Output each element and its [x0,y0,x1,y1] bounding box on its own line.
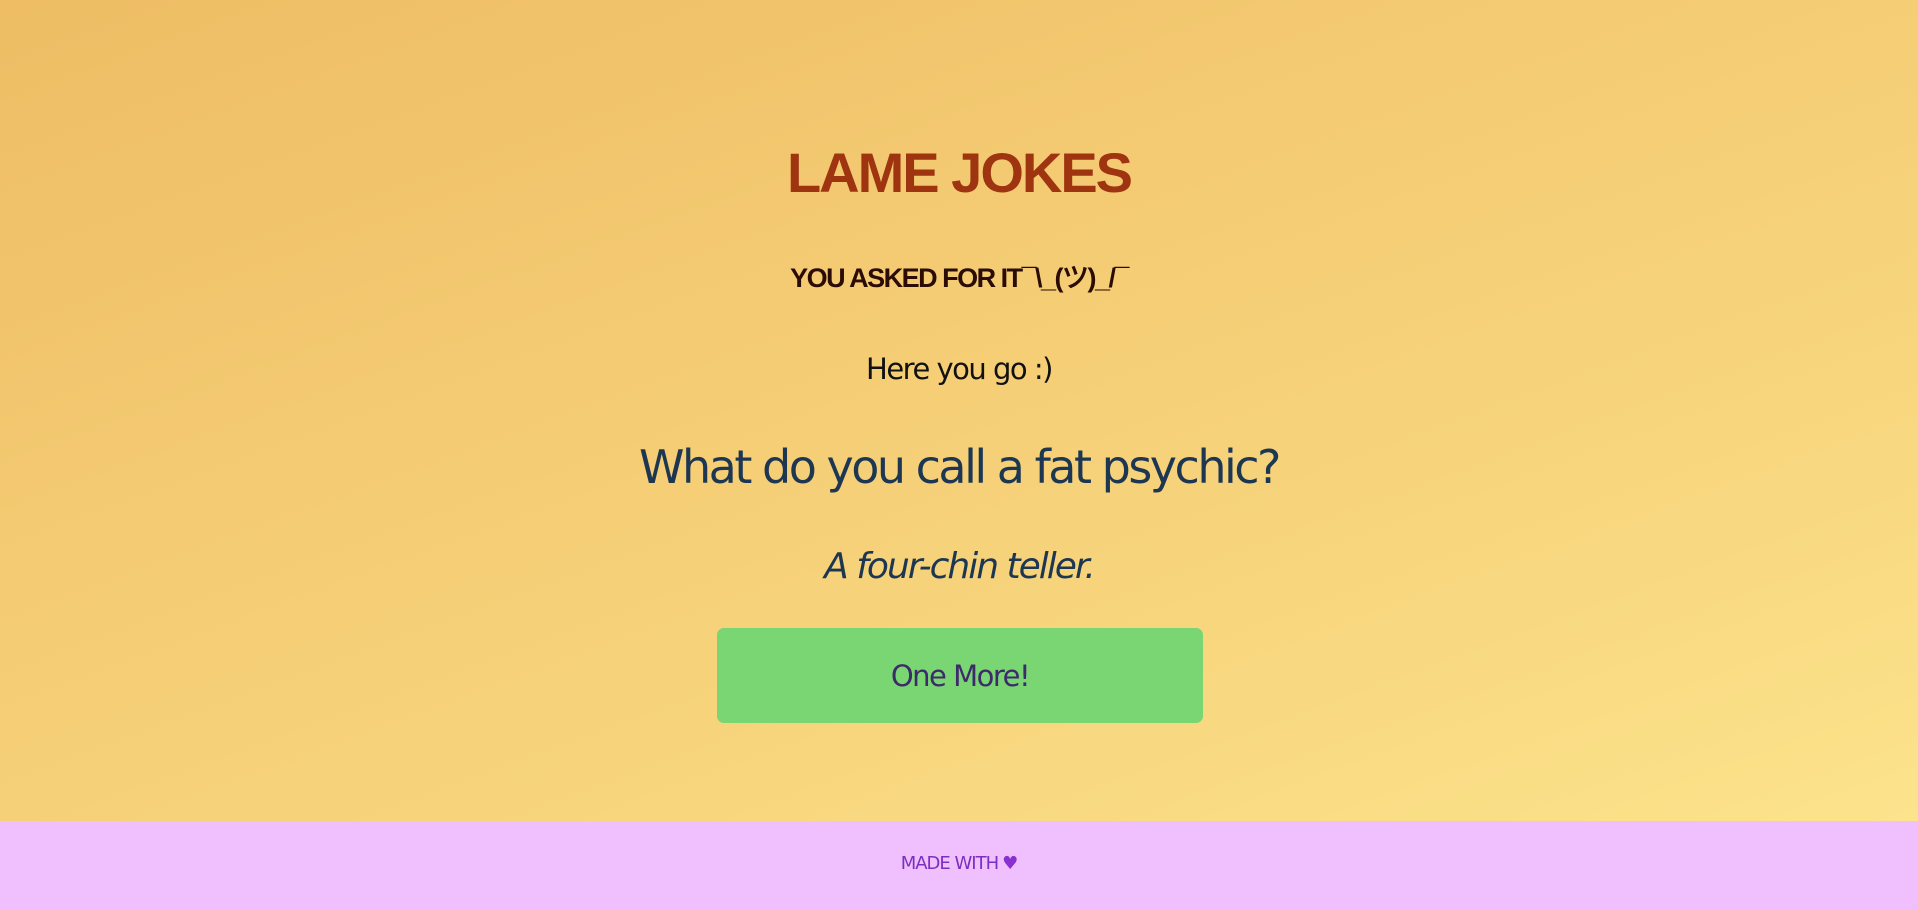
footer: MADE WITH ♥ [0,821,1918,910]
joke-question: What do you call a fat psychic? [639,440,1281,494]
footer-text: MADE WITH [900,853,999,874]
page-title: LAME JOKES [786,141,1133,204]
heart-icon: ♥ [1002,853,1018,874]
footer-credit: MADE WITH ♥ [0,851,1918,877]
page-subtitle: YOU ASKED FOR IT¯\_(ツ)_/¯ [790,263,1129,293]
main-section: LAME JOKES YOU ASKED FOR IT¯\_(ツ)_/¯ Her… [0,0,1918,821]
one-more-button[interactable]: One More! [717,628,1203,723]
joke-answer: A four-chin teller. [824,546,1096,587]
joke-intro: Here you go :) [866,352,1053,386]
